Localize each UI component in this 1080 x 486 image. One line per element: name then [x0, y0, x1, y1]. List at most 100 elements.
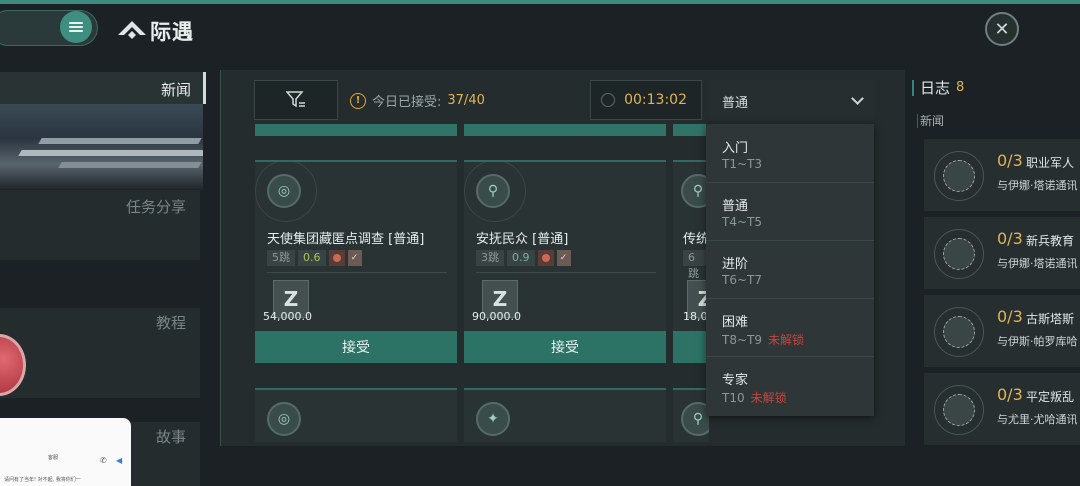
mission-title: 天使集团藏匿点调查 [普通] — [267, 232, 425, 247]
chat-name: 客服 — [48, 455, 59, 461]
daily-accept-label: 今日已接受: — [372, 95, 442, 110]
log-item[interactable]: 0/3 新兵教育 与伊娜·塔诺通讯 — [924, 217, 1080, 289]
reward-amount: 18,0 — [683, 310, 708, 323]
option-range: T1~T3 — [722, 157, 762, 171]
daily-accept-status: ! 今日已接受: 37/40 — [350, 91, 485, 110]
accept-button[interactable]: 接受 — [464, 331, 666, 363]
log-header: 日志 8 — [912, 77, 964, 98]
log-item[interactable]: 0/3 职业军人 与伊娜·塔诺通讯 — [924, 139, 1080, 211]
mission-card[interactable]: ◎ — [255, 388, 457, 442]
sidebar-item-label: 教程 — [155, 314, 186, 332]
option-name: 专家 — [722, 373, 749, 388]
target-icon — [934, 385, 984, 435]
pin-icon: ⚲ — [476, 174, 510, 208]
log-desc: 与伊娜·塔诺通讯 — [997, 257, 1078, 270]
faction-icon — [537, 250, 554, 266]
ship-silhouette — [38, 138, 202, 144]
filter-icon — [286, 91, 305, 108]
divider — [476, 272, 656, 273]
sidebar-item-label: 任务分享 — [125, 198, 186, 216]
option-name: 困难 — [722, 315, 749, 330]
encounter-logo-icon — [118, 21, 146, 39]
hamburger-icon — [69, 20, 83, 34]
accent-bar — [912, 79, 914, 96]
ship-silhouette — [18, 150, 203, 156]
dropdown-option-beginner[interactable]: 入门 T1~T3 — [706, 124, 874, 183]
security-badge: 0.6 — [298, 250, 326, 266]
ship-silhouette — [58, 162, 202, 168]
sidebar-item-news[interactable]: 新闻 — [0, 72, 206, 104]
log-name: 职业军人 — [1026, 156, 1075, 170]
mission-card[interactable]: ⚲ 传统 6跳 Z 18,0 — [673, 160, 709, 332]
timer-value: 00:13:02 — [624, 92, 687, 108]
mission-title: 安抚民众 [普通] — [476, 232, 569, 247]
faction-icon — [328, 250, 345, 266]
check-icon: ✓ — [347, 250, 362, 266]
reward-amount: 90,000.0 — [472, 310, 521, 323]
option-name: 入门 — [722, 141, 749, 156]
accept-button[interactable] — [673, 331, 709, 363]
sidebar-item-task-share[interactable]: 任务分享 — [0, 190, 200, 260]
divider — [267, 272, 447, 273]
divider — [917, 114, 918, 128]
filter-button[interactable] — [254, 80, 338, 120]
log-name: 平定叛乱 — [1026, 390, 1075, 404]
news-banner-image[interactable] — [0, 104, 203, 190]
log-item[interactable]: 0/3 古斯塔斯 与伊斯·帕罗库哈 — [924, 295, 1080, 367]
star-icon: ✦ — [476, 402, 510, 436]
difficulty-select[interactable]: 普通 — [710, 80, 874, 120]
sidebar-item-tutorial[interactable]: 教程 — [0, 308, 200, 398]
pin-icon: ⚲ — [681, 402, 709, 436]
dropdown-option-hard[interactable]: 困难 T8~T9 未解锁 — [706, 298, 874, 357]
reward-amount: 54,000.0 — [263, 310, 312, 323]
chat-message: 请问有了当年! 对不起, 我将你们一 — [4, 477, 81, 483]
accept-button[interactable]: 接受 — [255, 331, 457, 363]
sidebar-item-label: 新闻 — [160, 81, 191, 99]
jumps-badge: 3跳 — [476, 250, 504, 266]
log-desc: 与伊斯·帕罗库哈 — [997, 335, 1078, 348]
warning-icon: ! — [350, 92, 366, 109]
log-title: 日志 — [920, 79, 951, 97]
difficulty-dropdown: 入门 T1~T3 普通 T4~T5 进阶 T6~T7 困难 T8~T9 未解锁 专… — [706, 124, 874, 416]
option-range: T6~T7 — [722, 273, 762, 287]
dropdown-option-advanced[interactable]: 进阶 T6~T7 — [706, 240, 874, 299]
mission-card[interactable]: ◎ 天使集团藏匿点调查 [普通] 5跳 0.6 ✓ Z 54,000.0 — [255, 160, 457, 332]
dropdown-option-expert[interactable]: 专家 T10 未解锁 — [706, 356, 874, 414]
phone-icon[interactable]: ✆ — [100, 456, 107, 465]
chat-popup[interactable]: 客服 请问有了当年! 对不起, 我将你们一 ✆ ◀ — [0, 418, 131, 486]
option-range: T8~T9 未解锁 — [722, 333, 804, 347]
mission-card[interactable]: ⚲ 安抚民众 [普通] 3跳 0.9 ✓ Z 90,000.0 — [464, 160, 666, 332]
close-icon: ✕ — [994, 18, 1010, 40]
option-range: T10 未解锁 — [722, 391, 787, 405]
dropdown-option-normal[interactable]: 普通 T4~T5 — [706, 182, 874, 241]
close-button[interactable]: ✕ — [985, 12, 1019, 46]
locked-label: 未解锁 — [767, 333, 804, 347]
difficulty-selected: 普通 — [722, 96, 749, 111]
daily-accept-value: 37/40 — [447, 93, 485, 108]
log-progress: 0/3 — [997, 307, 1023, 326]
mission-tags: 5跳 0.6 ✓ — [267, 250, 362, 266]
menu-button[interactable] — [60, 11, 92, 43]
jumps-badge: 5跳 — [267, 250, 295, 266]
target-icon — [934, 307, 984, 357]
log-count: 8 — [956, 80, 965, 95]
app-logo: 际遇 — [118, 16, 194, 46]
target-icon: ◎ — [267, 174, 301, 208]
check-icon: ✓ — [556, 250, 571, 266]
refresh-icon — [601, 93, 615, 107]
mission-card[interactable]: ⚲ — [673, 388, 709, 442]
mission-tags: 3跳 0.9 ✓ — [476, 250, 571, 266]
chevron-down-icon — [851, 92, 864, 105]
pin-icon: ⚲ — [681, 174, 709, 208]
log-name: 古斯塔斯 — [1026, 312, 1075, 326]
log-item[interactable]: 0/3 平定叛乱 与尤里·尤哈通讯 — [924, 373, 1080, 445]
card-accept-strip[interactable] — [255, 124, 457, 136]
log-desc: 与尤里·尤哈通讯 — [997, 413, 1078, 426]
refresh-timer[interactable]: 00:13:02 — [590, 80, 702, 120]
option-name: 普通 — [722, 199, 749, 214]
speaker-icon[interactable]: ◀ — [116, 456, 122, 465]
log-progress: 0/3 — [997, 151, 1023, 170]
card-accept-strip[interactable] — [464, 124, 666, 136]
option-range: T4~T5 — [722, 215, 762, 229]
mission-card[interactable]: ✦ — [464, 388, 666, 442]
